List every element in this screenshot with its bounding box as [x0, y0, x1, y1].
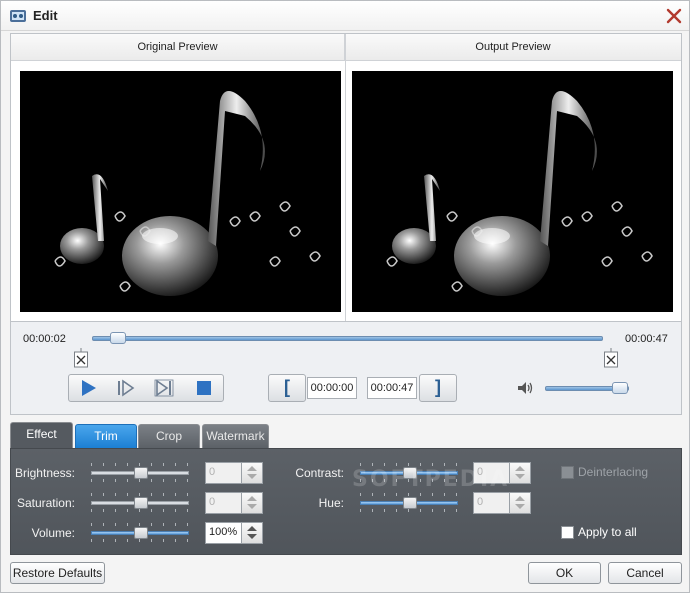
- set-start-button[interactable]: [: [268, 374, 306, 402]
- play-icon[interactable]: [77, 378, 99, 398]
- skip-end-icon[interactable]: [153, 378, 175, 398]
- next-frame-icon[interactable]: [115, 378, 137, 398]
- transport-buttons: [68, 374, 224, 402]
- edit-window: Edit Original Preview Output Preview 00:…: [0, 0, 690, 593]
- original-video-frame: [20, 71, 341, 312]
- title-bar: Edit: [1, 1, 689, 31]
- saturation-spinner[interactable]: 0: [205, 492, 263, 514]
- volume-effect-slider[interactable]: [91, 523, 189, 542]
- trim-end-time[interactable]: 00:00:47: [367, 377, 417, 399]
- tab-trim[interactable]: Trim: [75, 424, 137, 448]
- seek-bar[interactable]: [92, 336, 603, 341]
- close-icon[interactable]: [665, 7, 683, 25]
- brightness-label: Brightness:: [14, 466, 75, 480]
- set-end-button[interactable]: ]: [419, 374, 457, 402]
- tab-effect[interactable]: Effect: [10, 422, 73, 449]
- hue-slider[interactable]: [360, 493, 458, 512]
- contrast-label: Contrast:: [295, 466, 344, 480]
- volume-thumb[interactable]: [612, 382, 628, 394]
- stop-icon[interactable]: [193, 378, 215, 398]
- volume-label: Volume:: [31, 526, 75, 540]
- original-preview-header: Original Preview: [11, 34, 345, 61]
- film-edit-icon: [10, 10, 26, 22]
- saturation-label: Saturation:: [16, 496, 75, 510]
- tab-crop[interactable]: Crop: [138, 424, 200, 448]
- saturation-slider[interactable]: [91, 493, 189, 512]
- preview-panel: Original Preview Output Preview: [10, 33, 682, 322]
- deinterlacing-label: Deinterlacing: [578, 465, 649, 479]
- effect-panel: Brightness: 0 Saturation: 0 Volume: 100%: [10, 448, 682, 555]
- brightness-slider[interactable]: [91, 463, 189, 482]
- hue-label: Hue:: [318, 496, 344, 510]
- trim-start-marker-icon[interactable]: [74, 348, 88, 368]
- apply-to-all-checkbox[interactable]: [561, 526, 574, 539]
- trim-end-marker-icon[interactable]: [604, 348, 618, 368]
- volume-spinner[interactable]: 100%: [205, 522, 263, 544]
- restore-defaults-button[interactable]: Restore Defaults: [10, 562, 105, 584]
- seek-thumb[interactable]: [110, 332, 127, 344]
- tab-watermark[interactable]: Watermark: [202, 424, 269, 448]
- ok-button[interactable]: OK: [528, 562, 601, 584]
- music-note-image: [54, 91, 321, 296]
- output-video-frame: [352, 71, 673, 312]
- speaker-icon[interactable]: [517, 380, 533, 396]
- output-preview-header: Output Preview: [345, 34, 681, 61]
- trim-start-time[interactable]: 00:00:00: [307, 377, 357, 399]
- preview-divider: [345, 34, 346, 321]
- current-time: 00:00:02: [23, 333, 66, 345]
- brightness-spinner[interactable]: 0: [205, 462, 263, 484]
- deinterlacing-checkbox[interactable]: [561, 466, 574, 479]
- apply-to-all-label: Apply to all: [578, 525, 637, 539]
- window-title: Edit: [33, 8, 58, 23]
- cancel-button[interactable]: Cancel: [608, 562, 682, 584]
- playback-controls: 00:00:02 00:00:47 [00:00:00 00:00:47]: [10, 322, 682, 415]
- music-note-image: [386, 91, 653, 296]
- total-time: 00:00:47: [625, 333, 668, 345]
- softpedia-watermark: SOFTPEDIA: [352, 467, 510, 492]
- hue-spinner[interactable]: 0: [473, 492, 531, 514]
